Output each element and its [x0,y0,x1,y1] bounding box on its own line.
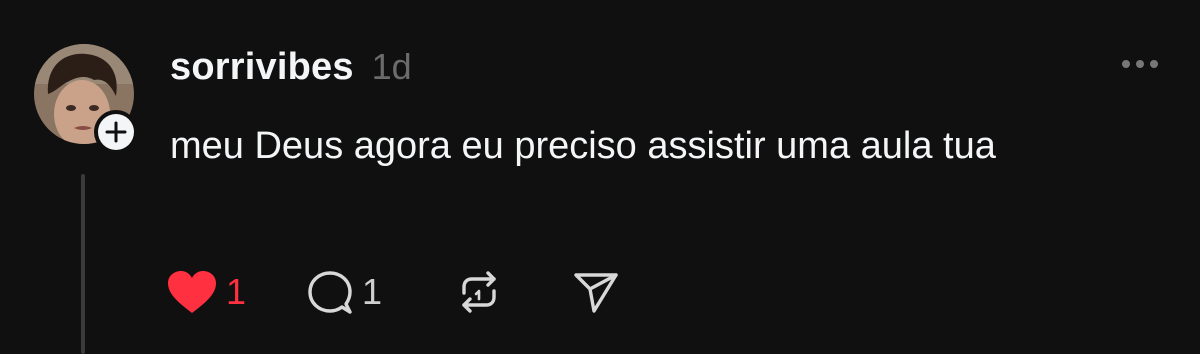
action-bar: 1 1 [166,266,632,318]
more-options-icon[interactable] [1122,60,1158,68]
send-icon [574,273,618,313]
share-button[interactable] [572,266,632,318]
reply-count: 1 [362,271,383,312]
comment-bubble-icon [308,271,352,314]
thread-line [81,174,85,354]
heart-icon [168,271,216,313]
thread-post: sorrivibes 1d meu Deus agora eu preciso … [0,0,1200,354]
more-dot [1122,60,1130,68]
follow-button[interactable] [94,110,138,154]
like-count: 1 [226,271,247,312]
reply-button[interactable]: 1 [306,266,456,318]
post-header: sorrivibes 1d [170,46,412,89]
post-text: meu Deus agora eu preciso assistir uma a… [170,125,996,167]
repost-button[interactable] [456,266,572,318]
more-dot [1150,60,1158,68]
username[interactable]: sorrivibes [170,46,354,89]
plus-icon [105,121,127,143]
timestamp: 1d [371,46,412,87]
like-button[interactable]: 1 [166,266,306,318]
repost-icon [462,271,496,313]
more-dot [1136,60,1144,68]
follow-button-inner [98,114,134,150]
avatar-container [34,44,138,154]
